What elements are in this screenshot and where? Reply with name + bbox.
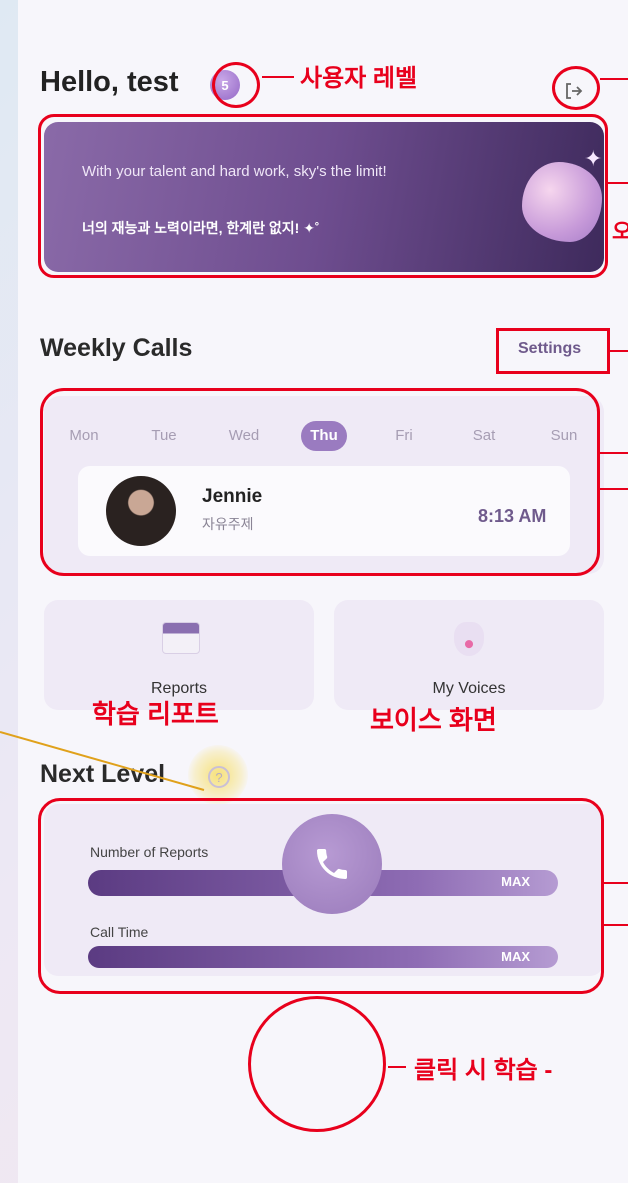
pointer-line <box>0 731 205 791</box>
weekly-annotation-box <box>40 388 600 576</box>
voice-icon <box>454 622 484 656</box>
cut-annotation: 오 <box>612 219 628 244</box>
annotation-line <box>262 76 294 78</box>
my-voices-label: My Voices <box>432 680 506 697</box>
weekly-calls-title: Weekly Calls <box>40 334 193 362</box>
annotation-line <box>600 78 628 80</box>
annotation-line <box>388 1066 406 1068</box>
level-annotation-circle <box>212 62 260 108</box>
call-annotation-circle <box>248 996 386 1132</box>
annotation-line <box>600 452 628 454</box>
my-voices-tile[interactable]: My Voices <box>334 600 604 710</box>
banner-annotation-box <box>38 114 608 278</box>
call-annotation: 클릭 시 학습 - <box>414 1057 553 1084</box>
voices-annotation: 보이스 화면 <box>370 705 497 735</box>
logout-annotation-circle <box>552 66 600 110</box>
annotation-line <box>600 488 628 490</box>
settings-annotation-box <box>496 328 610 374</box>
report-icon <box>162 622 200 654</box>
annotation-line <box>604 924 628 926</box>
annotation-line <box>604 882 628 884</box>
annotation-line <box>608 182 628 184</box>
annotation-line <box>610 350 628 352</box>
level-annotation-box <box>38 798 604 994</box>
user-level-annotation: 사용자 레벨 <box>300 65 418 92</box>
greeting-title: Hello, test <box>40 66 179 98</box>
